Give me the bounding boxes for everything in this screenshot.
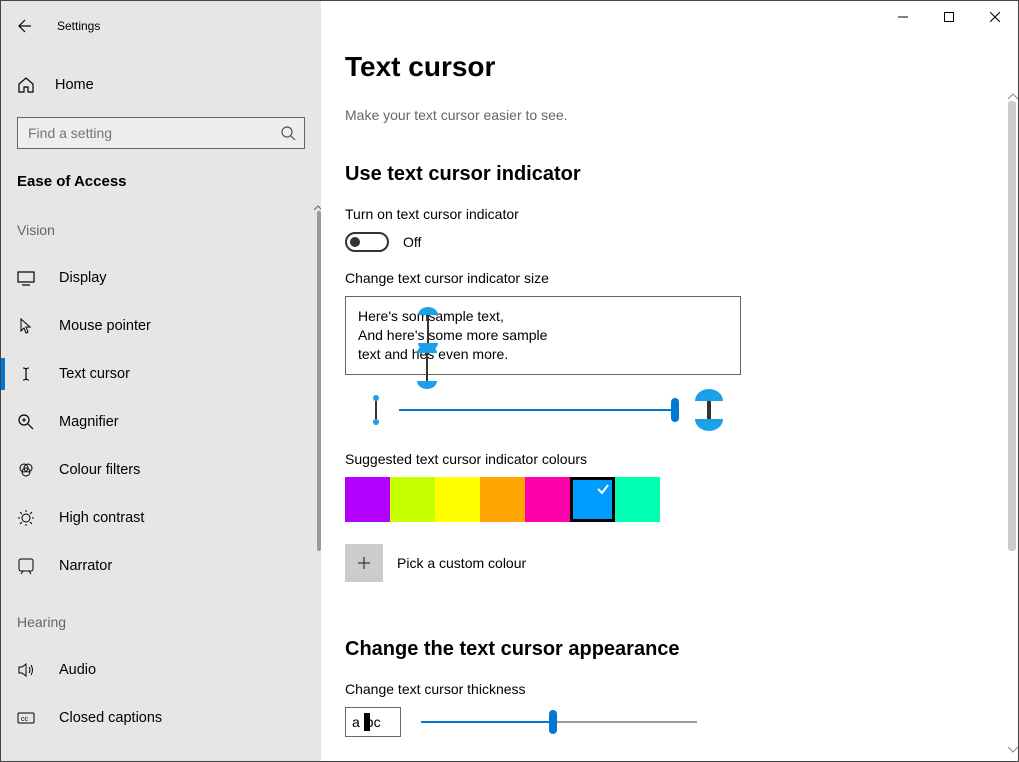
sidebar-item-high-contrast[interactable]: High contrast [1,494,321,542]
size-min-icon [373,395,379,425]
maximize-button[interactable] [926,1,972,33]
mouse-pointer-icon [17,317,35,335]
example-text: s even more. [427,346,508,362]
example-preview: Here's somsample text, And here's some m… [345,296,741,375]
check-icon [596,482,610,499]
example-text: And here's some more sample [358,326,728,345]
sidebar-item-label: Audio [59,662,96,678]
colour-swatch[interactable] [390,477,435,522]
sidebar-item-label: Magnifier [59,414,119,430]
high-contrast-icon [17,509,35,527]
display-icon [17,269,35,287]
thickness-slider[interactable] [421,712,697,732]
section-indicator-heading: Use text cursor indicator [345,163,994,186]
sidebar-item-label: Colour filters [59,462,140,478]
section-appearance-heading: Change the text cursor appearance [345,638,994,661]
custom-colour-button[interactable] [345,544,383,582]
search-input[interactable] [26,124,280,142]
size-label: Change text cursor indicator size [345,270,994,286]
home-icon [17,76,35,94]
sidebar-group-vision: Vision [1,198,321,248]
sidebar-item-colour-filters[interactable]: Colour filters [1,446,321,494]
thickness-preview-text: a [352,714,360,730]
colour-swatch-row [345,477,994,522]
text-cursor-icon [17,365,35,383]
search-icon [280,125,296,141]
sidebar-item-label: Narrator [59,558,112,574]
colour-swatch[interactable] [525,477,570,522]
toggle-state-label: Off [403,234,421,250]
close-button[interactable] [972,1,1018,33]
sidebar-item-label: Mouse pointer [59,318,151,334]
sidebar-item-label: Display [59,270,107,286]
colour-swatch[interactable] [480,477,525,522]
narrator-icon [17,557,35,575]
sidebar-category: Ease of Access [1,163,321,198]
magnifier-icon [17,413,35,431]
nav-home-label: Home [55,77,94,93]
sidebar-item-display[interactable]: Display [1,254,321,302]
colour-swatch[interactable] [435,477,480,522]
audio-icon [17,661,35,679]
sidebar-item-magnifier[interactable]: Magnifier [1,398,321,446]
size-max-icon [695,389,723,431]
sidebar-group-hearing: Hearing [1,590,321,640]
colour-swatch[interactable] [570,477,615,522]
sidebar-item-narrator[interactable]: Narrator [1,542,321,590]
colour-label: Suggested text cursor indicator colours [345,451,994,467]
sidebar-item-label: High contrast [59,510,144,526]
example-text: sample text, [428,308,503,324]
colour-filters-icon [17,461,35,479]
sidebar-item-label: Closed captions [59,710,162,726]
closed-captions-icon: cc [17,709,35,727]
svg-text:cc: cc [21,716,29,723]
toggle-title: Turn on text cursor indicator [345,206,994,222]
sidebar-item-label: Text cursor [59,366,130,382]
sidebar-item-text-cursor[interactable]: Text cursor [1,350,321,398]
thickness-preview: abc [345,707,401,737]
sidebar-item-mouse-pointer[interactable]: Mouse pointer [1,302,321,350]
page-title: Text cursor [345,51,994,83]
main-scrollbar[interactable] [1008,101,1016,551]
page-subtitle: Make your text cursor easier to see. [345,107,994,123]
sidebar-item-audio[interactable]: Audio [1,646,321,694]
nav-home[interactable]: Home [1,63,321,107]
main-scroll-down-arrow[interactable] [1008,741,1018,757]
thickness-label: Change text cursor thickness [345,681,994,697]
indicator-size-slider[interactable] [399,400,675,420]
colour-swatch[interactable] [615,477,660,522]
sidebar: Settings Home Ease of Access Vision Disp… [1,1,321,761]
minimize-button[interactable] [880,1,926,33]
custom-colour-label: Pick a custom colour [397,555,526,571]
sidebar-item-closed-captions[interactable]: cc Closed captions [1,694,321,742]
search-input-wrapper[interactable] [17,117,305,149]
indicator-toggle[interactable] [345,232,389,252]
main-content: Text cursor Make your text cursor easier… [321,1,1018,761]
colour-swatch[interactable] [345,477,390,522]
